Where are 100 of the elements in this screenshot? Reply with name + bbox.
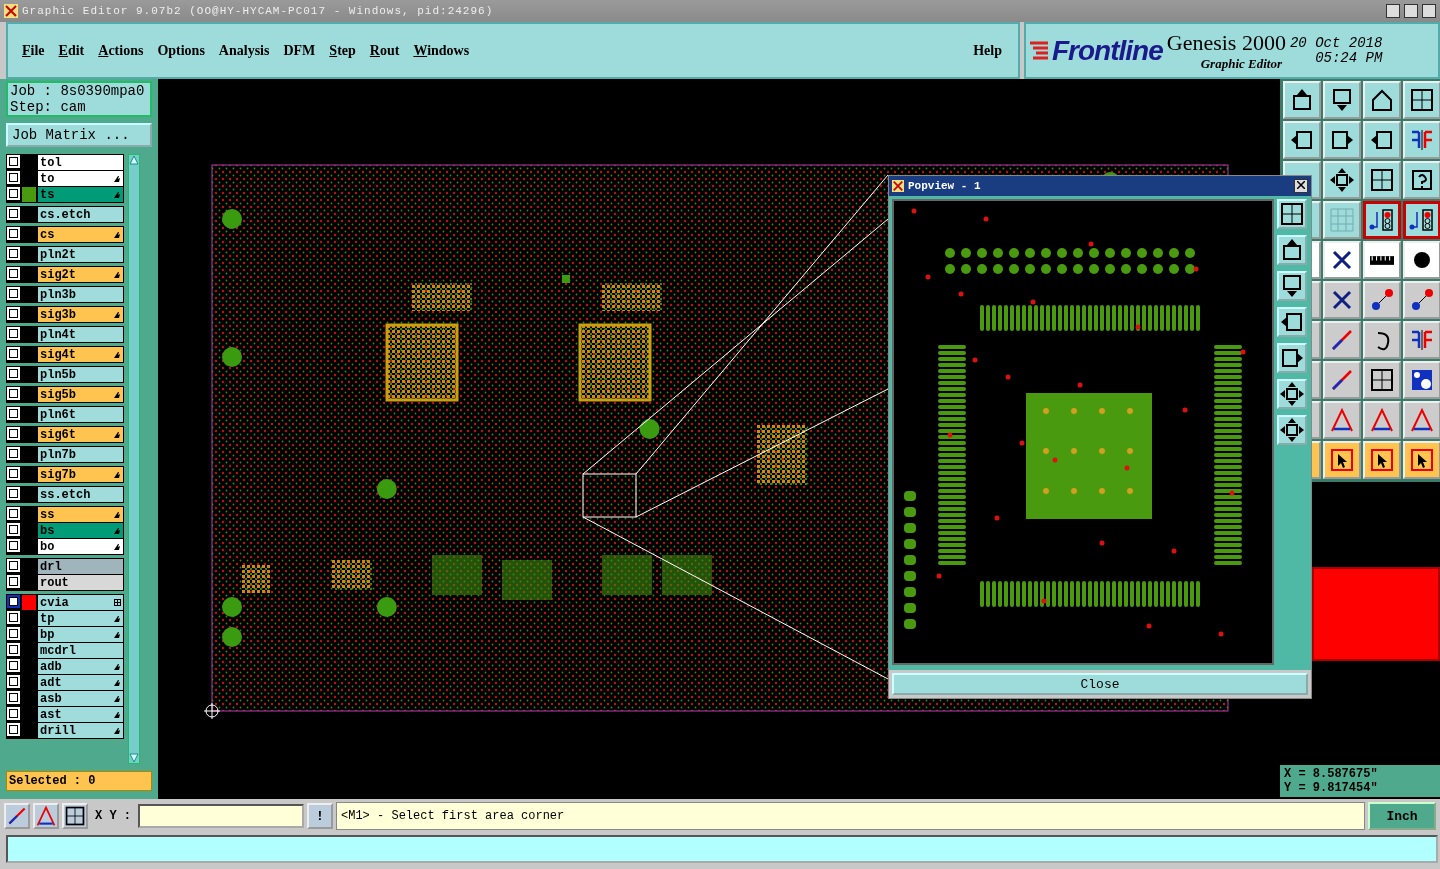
frame-icon — [1409, 87, 1435, 114]
layer-label: sig2t — [40, 267, 76, 282]
view-button[interactable] — [1277, 199, 1307, 230]
product-subtitle: Graphic Editor — [1200, 55, 1282, 72]
layer-name[interactable]: adt — [38, 675, 123, 691]
layer-label: pln4t — [40, 327, 76, 342]
view-button[interactable] — [1277, 307, 1307, 338]
view-button[interactable] — [1277, 235, 1307, 266]
menu-item[interactable]: Options — [151, 42, 211, 59]
close-button[interactable] — [1422, 3, 1436, 18]
move-icon — [1279, 381, 1305, 408]
menu-item[interactable]: Analysis — [212, 42, 276, 59]
scroll-down-icon — [129, 753, 139, 764]
layer-name[interactable]: bs — [38, 523, 123, 539]
job-name: Job : 8s0390mpa0 — [10, 83, 146, 100]
layer-name[interactable]: ss — [38, 507, 123, 523]
layer-label: ast — [40, 707, 62, 722]
close-button[interactable] — [1294, 179, 1308, 194]
xy-label: X Y : — [95, 809, 131, 824]
layer-name[interactable]: rout — [38, 575, 123, 591]
layer-label: asb — [40, 691, 62, 706]
job-matrix-button[interactable]: Job Matrix ... — [6, 123, 152, 148]
scrollbar[interactable] — [128, 154, 140, 765]
layer-name[interactable]: tol — [38, 155, 123, 171]
layer-label: pln7b — [40, 447, 76, 462]
view-button[interactable] — [1277, 271, 1307, 302]
tool-button[interactable] — [1363, 201, 1401, 240]
menu-item[interactable]: File — [16, 42, 51, 59]
layer-name[interactable]: to — [38, 171, 123, 187]
view-button[interactable] — [1277, 343, 1307, 374]
layer-name[interactable]: ts — [38, 187, 123, 203]
menu-item[interactable]: Edit — [52, 42, 91, 59]
layer-name[interactable]: sig4t — [38, 347, 123, 363]
layer-name[interactable]: pln3b — [38, 287, 123, 303]
triangle-icon — [1409, 407, 1435, 434]
menu-item[interactable]: Windows — [407, 42, 476, 59]
menu-item[interactable]: Actions — [92, 42, 150, 59]
view-button[interactable] — [1277, 379, 1307, 410]
menu-item[interactable]: DFM — [277, 42, 322, 59]
app-icon — [892, 180, 904, 193]
layer-label: pln3b — [40, 287, 76, 302]
layer-name[interactable]: asb — [38, 691, 123, 707]
layer-label: adt — [40, 675, 62, 690]
layer-name[interactable]: sig3b — [38, 307, 123, 323]
layer-label: sig4t — [40, 347, 76, 362]
layer-name[interactable]: ast — [38, 707, 123, 723]
layer-label: mcdrl — [40, 643, 76, 658]
layer-name[interactable]: sig5b — [38, 387, 123, 403]
layer-name[interactable]: drill — [38, 723, 123, 739]
layer-name[interactable]: ss.etch — [38, 487, 123, 503]
grid-icon — [1329, 207, 1355, 234]
window-title: Graphic Editor 9.07b2 (OO@HY-HYCAM-PC017 - Windows, pid:24296) — [22, 4, 494, 17]
layer-label: drill — [40, 723, 76, 738]
layer-label: pln2t — [40, 247, 76, 262]
step-name: Step: cam — [10, 99, 87, 116]
layer-name[interactable]: pln2t — [38, 247, 123, 263]
view-button[interactable] — [1277, 415, 1307, 446]
popview-title: Popview - 1 — [908, 180, 982, 193]
layer-label: sig5b — [40, 387, 76, 402]
layer-name[interactable]: drl — [38, 559, 123, 575]
layer-label: tol — [40, 155, 62, 170]
layer-name[interactable]: sig6t — [38, 427, 123, 443]
tool-button[interactable] — [1403, 201, 1440, 240]
hand-icon — [113, 350, 121, 359]
layer-name[interactable]: tp — [38, 611, 123, 627]
speed-lines-icon — [1030, 39, 1048, 62]
maximize-button[interactable] — [1404, 3, 1418, 18]
layer-label: ss — [40, 507, 55, 522]
layer-name[interactable]: cs — [38, 227, 123, 243]
layer-name[interactable]: cvia — [38, 595, 123, 611]
layer-name[interactable]: adb — [38, 659, 123, 675]
layer-name[interactable]: cs.etch — [38, 207, 123, 223]
layer-name[interactable]: sig2t — [38, 267, 123, 283]
house-icon — [1369, 87, 1395, 114]
layer-label: tp — [40, 611, 55, 626]
close-icon — [1297, 181, 1305, 190]
layer-name[interactable]: pln6t — [38, 407, 123, 423]
menu-item[interactable]: Step — [323, 42, 362, 59]
layer-name[interactable]: mcdrl — [38, 643, 123, 659]
help-menu[interactable]: Help — [967, 42, 1008, 59]
units-dropdown[interactable]: Inch — [1368, 802, 1436, 831]
layer-label: sig7b — [40, 467, 76, 482]
layer-name[interactable]: pln7b — [38, 447, 123, 463]
hand-icon — [113, 270, 121, 279]
minimize-button[interactable] — [1386, 3, 1400, 18]
layer-name[interactable]: pln5b — [38, 367, 123, 383]
traffic-light-icon — [1369, 207, 1395, 234]
time: 05:24 PM — [1315, 50, 1383, 66]
layer-name[interactable]: pln4t — [38, 327, 123, 343]
hand-icon — [113, 310, 121, 319]
layer-name[interactable]: bo — [38, 539, 123, 555]
layer-name[interactable]: sig7b — [38, 467, 123, 483]
exclaim-button[interactable]: ! — [307, 803, 333, 830]
layer-button[interactable] — [7, 595, 20, 609]
menu-item[interactable]: Rout — [363, 42, 406, 59]
layer-name[interactable]: bp — [38, 627, 123, 643]
close-button[interactable]: Close — [892, 673, 1308, 696]
selected-count: Selected : 0 — [6, 771, 152, 792]
layer-label: bo — [40, 539, 55, 554]
xy-input-field[interactable] — [138, 804, 304, 829]
